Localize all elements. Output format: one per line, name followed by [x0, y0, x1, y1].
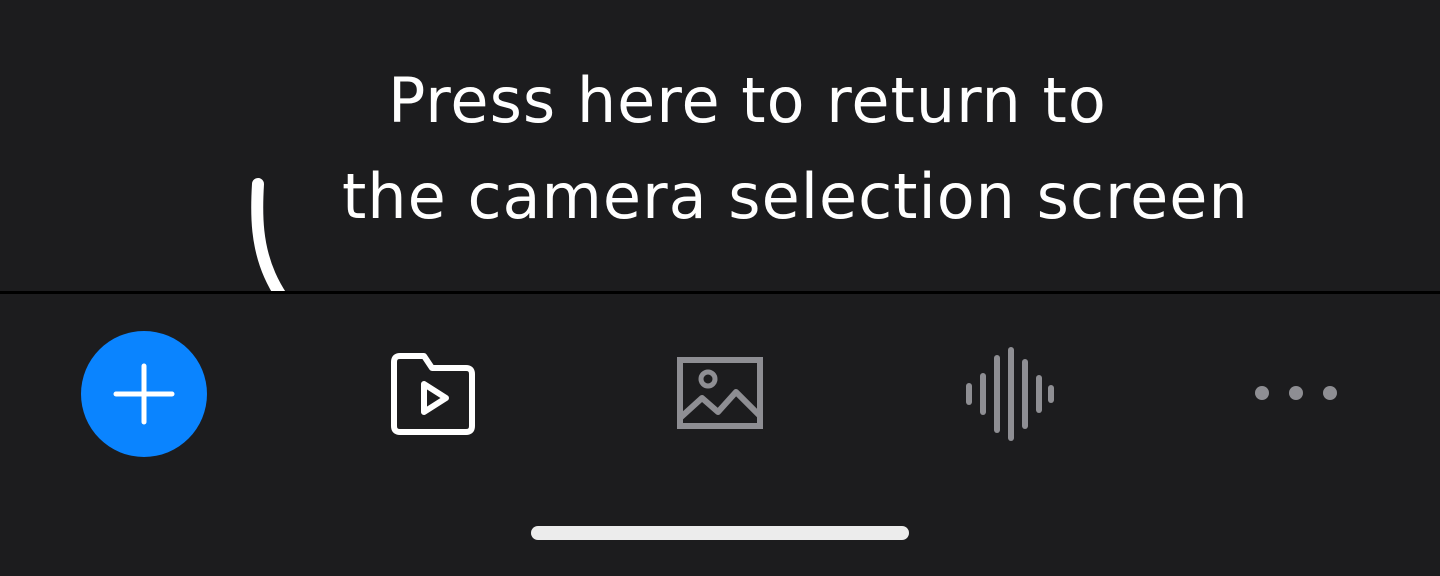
- annotation-text-line-2: the camera selection screen: [342, 160, 1249, 233]
- tab-audio[interactable]: [960, 346, 1056, 442]
- tab-more[interactable]: [1248, 378, 1344, 408]
- tab-photos[interactable]: [674, 354, 766, 432]
- home-indicator[interactable]: [531, 526, 909, 540]
- tab-videos[interactable]: [384, 350, 480, 436]
- plus-icon: [113, 363, 175, 425]
- folder-play-icon: [391, 353, 475, 435]
- annotation-text-line-1: Press here to return to: [388, 64, 1107, 137]
- bottom-tab-bar: [0, 294, 1440, 576]
- annotation-overlay: Press here to return to the camera selec…: [0, 0, 1440, 292]
- waveform-icon: [966, 347, 1054, 441]
- add-button[interactable]: [81, 331, 207, 457]
- more-horizontal-icon: [1255, 386, 1337, 400]
- image-icon: [677, 357, 763, 429]
